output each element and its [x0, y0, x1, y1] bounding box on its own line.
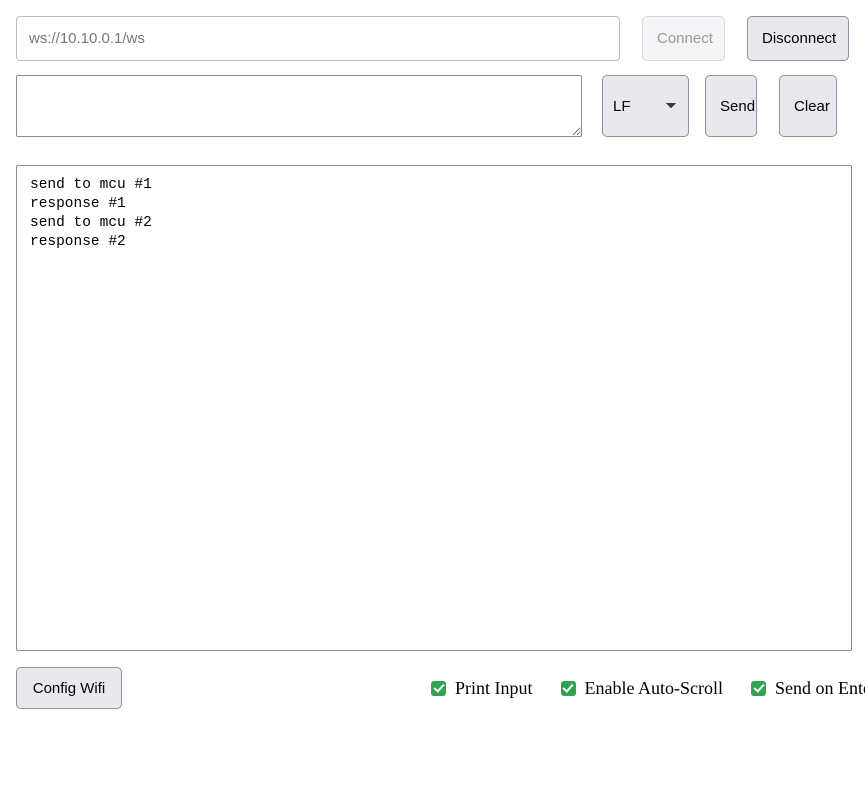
option-enable-auto-scroll[interactable]: Enable Auto-Scroll — [560, 677, 724, 699]
option-label: Enable Auto-Scroll — [584, 677, 724, 698]
message-input[interactable] — [16, 75, 582, 137]
clear-button[interactable]: Clear — [779, 75, 837, 137]
option-label: Print Input — [455, 677, 533, 698]
check-icon[interactable] — [751, 680, 767, 696]
check-icon[interactable] — [560, 680, 576, 696]
connect-button[interactable]: Connect — [642, 16, 725, 61]
websocket-url-input[interactable] — [16, 16, 620, 61]
compose-row: LF Send Clear — [16, 75, 849, 137]
option-label: Send on Enter — [775, 677, 865, 698]
option-send-on-enter[interactable]: Send on Enter — [751, 678, 865, 699]
websocket-terminal-page: Connect Disconnect LF Send Clear send to… — [0, 0, 865, 811]
footer-bar: Config Wifi Print Input Enable Auto-Scro… — [16, 667, 865, 709]
check-icon[interactable] — [431, 680, 447, 696]
connection-row: Connect Disconnect — [16, 16, 849, 61]
disconnect-button[interactable]: Disconnect — [747, 16, 849, 61]
config-wifi-button[interactable]: Config Wifi — [16, 667, 122, 709]
options-group: Print Input Enable Auto-Scroll Send on E… — [431, 678, 865, 699]
line-ending-select[interactable]: LF — [602, 75, 689, 137]
log-output[interactable]: send to mcu #1 response #1 send to mcu #… — [16, 165, 852, 651]
send-button[interactable]: Send — [705, 75, 757, 137]
option-print-input[interactable]: Print Input — [431, 678, 533, 699]
